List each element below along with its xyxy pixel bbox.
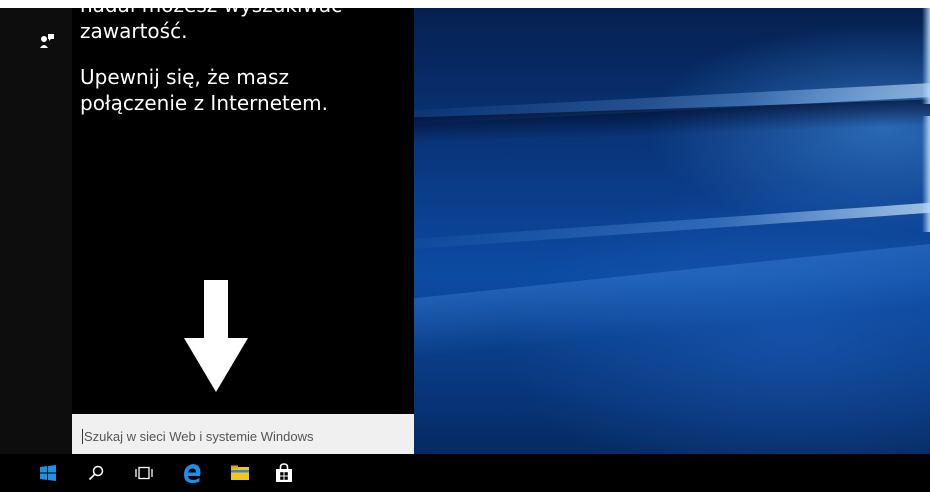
file-explorer-button[interactable]: [220, 454, 260, 492]
cortana-side-rail: [0, 8, 72, 454]
cortana-panel: nadal możesz wyszukiwać zawartość. Upewn…: [72, 8, 414, 454]
feedback-icon[interactable]: [40, 34, 54, 48]
search-box[interactable]: Szukaj w sieci Web i systemie Windows: [72, 414, 414, 454]
taskbar: [0, 454, 930, 492]
message-line: zawartość.: [80, 19, 188, 43]
edge-icon: [184, 464, 201, 483]
task-view-button[interactable]: [124, 454, 164, 492]
edge-button[interactable]: [172, 454, 212, 492]
desktop-wallpaper: [414, 8, 930, 454]
start-button[interactable]: [28, 454, 68, 492]
search-icon: [88, 465, 104, 481]
search-placeholder: Szukaj w sieci Web i systemie Windows: [84, 429, 314, 444]
start-icon: [40, 465, 56, 481]
connection-hint: Upewnij się, że masz połączenie z Intern…: [80, 65, 328, 115]
search-button[interactable]: [76, 454, 116, 492]
offline-message: nadal możesz wyszukiwać zawartość. Upewn…: [80, 8, 400, 136]
store-button[interactable]: [264, 454, 304, 492]
message-partial-line: nadal możesz wyszukiwać: [80, 8, 342, 17]
task-view-icon: [135, 466, 153, 480]
down-arrow-icon: [184, 280, 248, 392]
screen: nadal możesz wyszukiwać zawartość. Upewn…: [0, 8, 930, 492]
store-icon: [276, 463, 292, 482]
file-explorer-icon: [231, 465, 249, 480]
text-caret: [82, 429, 83, 444]
